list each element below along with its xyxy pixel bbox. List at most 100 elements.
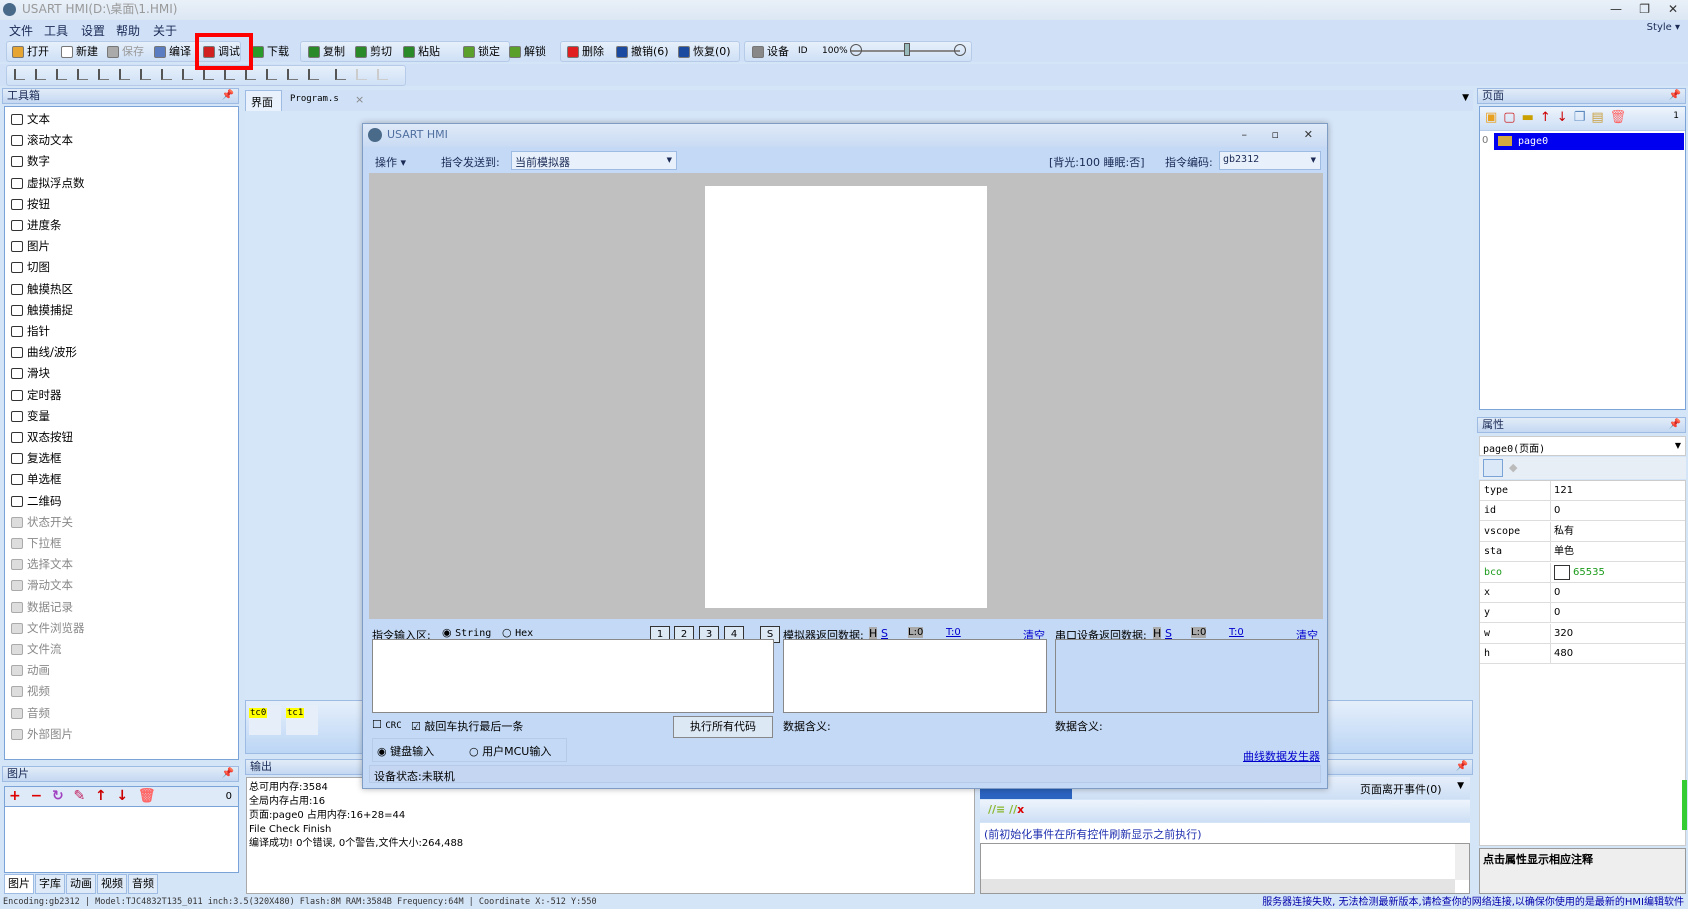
radio-string[interactable]: ◉ String	[442, 626, 491, 639]
property-value[interactable]: 65535	[1573, 563, 1605, 582]
page-item-selected[interactable]: page0	[1494, 133, 1684, 150]
toolbox-item[interactable]: 单选框	[11, 469, 62, 489]
color-swatch[interactable]	[1554, 564, 1570, 580]
command-input[interactable]	[372, 639, 774, 713]
maximize-button[interactable]: ❐	[1639, 0, 1650, 18]
page-item[interactable]: 0 page0	[1480, 133, 1685, 150]
toolbox-item[interactable]: 触摸热区	[11, 279, 73, 299]
property-value[interactable]: 单色	[1554, 542, 1574, 561]
menu-help[interactable]: 帮助	[116, 22, 140, 39]
vertical-scrollbar[interactable]	[1455, 844, 1469, 880]
toolbar-new-file-button[interactable]: 新建	[60, 43, 98, 60]
toolbar-undo-button[interactable]: 撤销(6)	[615, 43, 669, 60]
toolbox-item[interactable]: 动画	[11, 660, 50, 680]
space-h-icon[interactable]	[203, 69, 214, 80]
close-button[interactable]: ✕	[1668, 0, 1678, 18]
space-v-icon[interactable]	[266, 69, 277, 80]
align-bottom-icon[interactable]	[119, 69, 130, 80]
minimize-button[interactable]: —	[1610, 0, 1622, 18]
property-value[interactable]: 0	[1554, 583, 1560, 602]
toolbox-item[interactable]: 曲线/波形	[11, 342, 77, 362]
property-value[interactable]: 320	[1554, 624, 1573, 643]
toolbox-item[interactable]: 数据记录	[11, 597, 73, 617]
menu-tools[interactable]: 工具	[44, 22, 68, 39]
toolbox-item[interactable]: 选择文本	[11, 554, 73, 574]
property-value[interactable]: 私有	[1554, 522, 1574, 541]
crc-checkbox[interactable]: ☐ CRC	[372, 718, 402, 731]
radio-keyboard-input[interactable]: ◉ 键盘输入	[377, 743, 434, 759]
page-up-icon[interactable]: ↑	[1540, 110, 1557, 125]
tab-program[interactable]: Program.s	[290, 94, 339, 104]
comment-icon[interactable]: //≡	[988, 803, 1005, 816]
event-code-editor[interactable]	[980, 843, 1470, 894]
enter-exec-checkbox[interactable]: ☑ 敲回车执行最后一条	[411, 718, 523, 734]
property-row[interactable]: sta 单色	[1480, 542, 1685, 563]
style-menu[interactable]: Style ▾	[1647, 22, 1680, 33]
toolbar-save-button[interactable]: 保存	[106, 43, 144, 60]
uncomment-icon[interactable]	[377, 69, 388, 80]
add-icon[interactable]: +	[9, 788, 21, 804]
pin-icon[interactable]: 📌	[1669, 89, 1681, 103]
debug-maximize-button[interactable]: ▫	[1272, 124, 1279, 146]
import-page-icon[interactable]: ▬	[1522, 110, 1540, 125]
menu-settings[interactable]: 设置	[81, 22, 105, 39]
toolbox-item[interactable]: 二维码	[11, 491, 62, 511]
space-h3-icon[interactable]	[245, 69, 256, 80]
tab-ui[interactable]: 界面	[245, 90, 282, 111]
property-page-icon[interactable]	[1483, 459, 1503, 477]
menu-file[interactable]: 文件	[9, 22, 33, 39]
toolbox-item[interactable]: 文本	[11, 109, 50, 129]
toolbox-item[interactable]: 滑动文本	[11, 575, 73, 595]
toolbox-item[interactable]: 按钮	[11, 194, 50, 214]
toolbox-item[interactable]: 状态开关	[11, 512, 73, 532]
toolbar-label-button[interactable]: 100%	[822, 43, 848, 60]
property-row[interactable]: bco 65535	[1480, 562, 1685, 583]
encoding-select[interactable]: gb2312 ▼	[1219, 151, 1321, 170]
property-row[interactable]: id 0	[1480, 501, 1685, 522]
curve-generator-link[interactable]: 曲线数据发生器	[1243, 748, 1320, 764]
toolbar-cut-button[interactable]: 剪切	[354, 43, 392, 60]
toolbar-lock-button[interactable]: 锁定	[462, 43, 500, 60]
property-row[interactable]: type 121	[1480, 481, 1685, 501]
space-v3-icon[interactable]	[308, 69, 319, 80]
event-tab-dropdown-icon[interactable]: ▼	[1457, 781, 1464, 791]
simulated-screen[interactable]	[705, 186, 987, 608]
toolbox-item[interactable]: 触摸捕捉	[11, 300, 73, 320]
trash-icon[interactable]: 🗑	[1610, 110, 1633, 125]
toolbar-unlock-button[interactable]: 解锁	[508, 43, 546, 60]
center-h-icon[interactable]	[140, 69, 151, 80]
tab-page-leave-event[interactable]: 页面离开事件(0)	[1360, 781, 1442, 797]
zoom-in-icon[interactable]	[954, 44, 966, 56]
toolbox-item[interactable]: 双态按钮	[11, 427, 73, 447]
pin-icon[interactable]: 📌	[222, 767, 234, 781]
trash-icon[interactable]: 🗑	[138, 788, 156, 804]
toolbar-open-folder-button[interactable]: 打开	[11, 43, 49, 60]
align-left-icon[interactable]	[56, 69, 67, 80]
timer-tc0[interactable]: tc0	[249, 705, 281, 735]
space-v2-icon[interactable]	[287, 69, 298, 80]
property-value[interactable]: 0	[1554, 501, 1560, 520]
zoom-out-icon[interactable]	[850, 44, 862, 56]
toolbox-item[interactable]: 图片	[11, 236, 50, 256]
toolbox-item[interactable]: 视频	[11, 681, 50, 701]
uncomment-icon[interactable]: //x	[1009, 803, 1024, 816]
send-to-select[interactable]: 当前模拟器 ▼	[511, 151, 677, 170]
toolbox-item[interactable]: 进度条	[11, 215, 62, 235]
property-row[interactable]: y0	[1480, 603, 1685, 624]
toolbar-paste-button[interactable]: 粘贴	[402, 43, 440, 60]
property-value[interactable]: 0	[1554, 603, 1560, 622]
toolbar-copy-button[interactable]: 复制	[307, 43, 345, 60]
toolbox-item[interactable]: 定时器	[11, 385, 62, 405]
resource-tab[interactable]: 音频	[128, 874, 158, 894]
toolbox-item[interactable]: 文件流	[11, 639, 62, 659]
resource-tab[interactable]: 动画	[66, 874, 96, 894]
property-row[interactable]: vscope 私有	[1480, 521, 1685, 542]
remove-icon[interactable]: −	[30, 788, 42, 804]
page-group-icon[interactable]: ▤	[1591, 110, 1609, 125]
center-v-icon[interactable]	[161, 69, 172, 80]
resource-tab[interactable]: 视频	[97, 874, 127, 894]
toolbox-item[interactable]: 虚拟浮点数	[11, 173, 85, 193]
toolbox-item[interactable]: 变量	[11, 406, 50, 426]
operations-menu[interactable]: 操作 ▾	[375, 154, 406, 170]
tab-close-icon[interactable]: ×	[355, 93, 364, 106]
